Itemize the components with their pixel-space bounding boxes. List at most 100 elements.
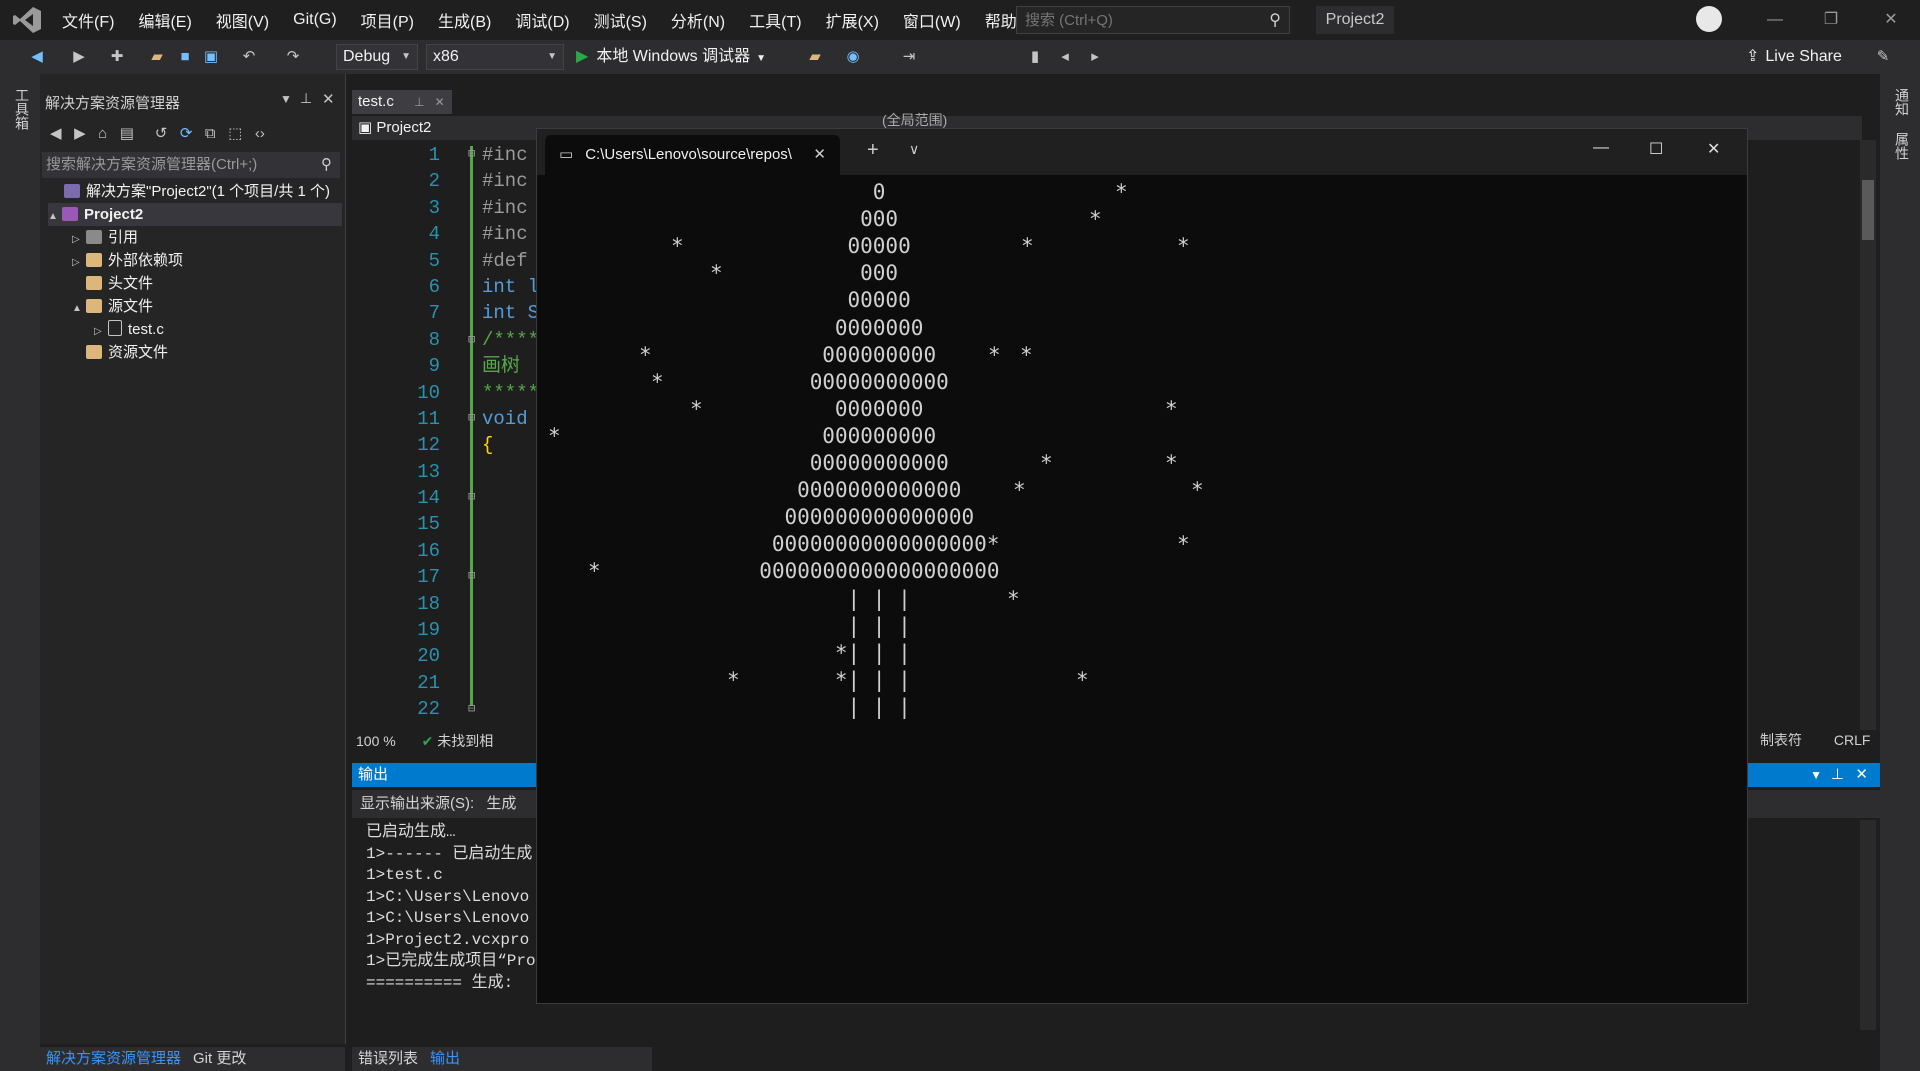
code-text[interactable]: #inc #inc #inc #inc #def int l int S /**** 画树 ***… <box>482 142 539 723</box>
tab-error-list[interactable]: 错误列表 <box>352 1050 424 1067</box>
redo-icon[interactable]: ↷ <box>284 48 302 66</box>
menu-item[interactable]: 工具(T) <box>737 8 813 32</box>
expander-icon[interactable]: ▷ <box>72 228 86 251</box>
tab-test-c[interactable]: test.c ⊥ ✕ <box>352 90 452 114</box>
menu-item[interactable]: 窗口(W) <box>891 8 973 32</box>
expander-icon[interactable]: ▲ <box>72 297 86 320</box>
line-ending[interactable]: CRLF <box>1834 732 1871 748</box>
menu-item[interactable]: 分析(N) <box>659 8 737 32</box>
tree-item[interactable]: ▲ Project2 <box>48 203 342 226</box>
output-scrollbar[interactable] <box>1860 820 1876 1030</box>
new-tab-icon[interactable]: + <box>867 139 879 162</box>
prev-bookmark-icon[interactable]: ◂ <box>1056 48 1074 66</box>
menu-item[interactable]: 视图(V) <box>204 8 281 32</box>
navigate-forward-icon[interactable]: ▶ <box>70 48 88 66</box>
expander-icon[interactable]: ▲ <box>48 205 62 228</box>
search-icon[interactable]: ⚲ <box>321 152 332 178</box>
expander-icon[interactable]: ▷ <box>72 251 86 274</box>
menu-item[interactable]: 测试(S) <box>582 8 659 32</box>
menu-item[interactable]: 调试(D) <box>503 8 581 32</box>
panel-menu-chevron-icon[interactable]: ▼ <box>1810 763 1822 787</box>
start-debugging-button[interactable]: ▶ 本地 Windows 调试器 ▼ <box>576 44 766 70</box>
switch-views-icon[interactable]: ▤ <box>120 125 134 142</box>
terminal-output[interactable]: 0 000 00000 000 00000 0000000 000000000 0000000… <box>537 175 1747 1003</box>
menu-item[interactable]: 文件(F) <box>50 8 126 32</box>
home-icon[interactable]: ⌂ <box>98 125 107 142</box>
pin-tab-icon[interactable]: ⊥ <box>414 95 424 109</box>
undo-icon[interactable]: ↶ <box>240 48 258 66</box>
bookmark-icon[interactable]: ▮ <box>1026 48 1044 66</box>
search-input[interactable] <box>1017 7 1263 33</box>
tab-git-changes[interactable]: Git 更改 <box>187 1050 252 1067</box>
zoom-level-dropdown[interactable]: 100 % <box>356 733 396 749</box>
close-panel-icon[interactable]: ✕ <box>1855 763 1868 787</box>
toolbox-tab[interactable]: 工具箱 <box>12 88 32 130</box>
close-tab-icon[interactable]: ✕ <box>435 95 445 109</box>
output-text[interactable]: 已启动生成… 1>------ 已启动生成 1>test.c 1>C:\Users\L… <box>366 822 536 994</box>
toggle-icon[interactable]: ⇥ <box>900 48 918 66</box>
collapse-icon[interactable]: ⊟ <box>468 146 475 160</box>
collapse-icon[interactable]: ⊟ <box>468 410 475 424</box>
tree-item[interactable]: ▷ 外部依赖项 <box>72 249 342 272</box>
open-folder-icon[interactable]: ▰ <box>148 48 166 66</box>
save-all-icon[interactable]: ▣ <box>202 48 220 66</box>
tab-output[interactable]: 输出 <box>424 1050 466 1067</box>
menu-item[interactable]: 扩展(X) <box>814 8 891 32</box>
search-box[interactable]: ⚲ <box>1016 6 1290 34</box>
forward-icon[interactable]: ▶ <box>74 125 86 142</box>
close-icon[interactable]: ✕ <box>1707 139 1720 159</box>
terminal-window[interactable]: ▭ C:\Users\Lenovo\source\repos\ ✕ + ∨ — ☐… <box>536 128 1748 1004</box>
pin-icon[interactable]: ⊥ <box>1831 763 1844 787</box>
restore-window-button[interactable]: ❐ <box>1816 8 1846 32</box>
collapse-icon[interactable]: ⊟ <box>468 568 475 582</box>
collapse-all-icon[interactable]: ⧉ <box>205 125 216 142</box>
save-icon[interactable]: ■ <box>176 48 194 66</box>
account-avatar-icon[interactable] <box>1696 6 1722 32</box>
live-share-button[interactable]: ⇪ Live Share <box>1746 44 1842 70</box>
sync-icon[interactable]: ⟳ <box>180 125 193 142</box>
menu-item[interactable]: 编辑(E) <box>126 8 203 32</box>
menu-item[interactable]: 项目(P) <box>349 8 426 32</box>
properties-tab[interactable]: 属性 <box>1892 132 1912 160</box>
issues-status[interactable]: 未找到相 <box>437 733 493 749</box>
minimize-icon[interactable]: — <box>1593 139 1609 157</box>
expander-icon[interactable]: ▷ <box>94 320 108 343</box>
back-icon[interactable]: ◀ <box>50 125 62 142</box>
scrollbar-thumb[interactable] <box>1862 180 1874 240</box>
nav-project-dropdown[interactable]: Project2 <box>376 119 431 136</box>
pin-icon[interactable]: ⊥ <box>300 90 312 107</box>
history-icon[interactable]: ↺ <box>155 125 168 142</box>
code-icon[interactable]: ‹› <box>255 125 265 142</box>
tree-item[interactable]: 资源文件 <box>72 341 342 364</box>
next-bookmark-icon[interactable]: ▸ <box>1086 48 1104 66</box>
collapse-icon[interactable]: ⊟ <box>468 332 475 346</box>
show-all-files-icon[interactable]: ⬚ <box>228 125 242 142</box>
menu-item[interactable]: Git(G) <box>281 11 349 29</box>
new-item-icon[interactable]: ✚ <box>108 48 126 66</box>
chevron-down-icon[interactable]: ∨ <box>909 141 919 158</box>
tab-solution-explorer[interactable]: 解决方案资源管理器 <box>40 1050 187 1067</box>
tree-item[interactable]: ▲ 源文件 <box>72 295 342 318</box>
solution-platform-dropdown[interactable]: x86 ▼ <box>426 44 564 70</box>
tree-item[interactable]: ▷ 引用 <box>72 226 342 249</box>
notifications-tab[interactable]: 通知 <box>1892 88 1912 116</box>
panel-menu-chevron-icon[interactable]: ▼ <box>280 92 292 106</box>
solution-search-input[interactable]: 搜索解决方案资源管理器(Ctrl+;) ⚲ <box>42 152 340 178</box>
tree-item[interactable]: 头文件 <box>72 272 342 295</box>
collapse-icon[interactable]: ⊟ <box>468 701 475 715</box>
close-tab-icon[interactable]: ✕ <box>813 135 826 175</box>
close-panel-icon[interactable]: ✕ <box>322 90 335 108</box>
output-source-dropdown[interactable]: 生成 <box>486 795 516 812</box>
feedback-icon[interactable]: ✎ <box>1874 48 1892 66</box>
solution-configuration-dropdown[interactable]: Debug ▼ <box>336 44 418 70</box>
search-icon[interactable]: ⚲ <box>1269 10 1281 30</box>
collapse-icon[interactable]: ⊟ <box>468 489 475 503</box>
screenshot-icon[interactable]: ◉ <box>844 48 862 66</box>
navigate-back-icon[interactable]: ◀ <box>28 48 46 66</box>
maximize-icon[interactable]: ☐ <box>1649 139 1663 159</box>
menu-item[interactable]: 生成(B) <box>426 8 503 32</box>
terminal-tab[interactable]: ▭ C:\Users\Lenovo\source\repos\ ✕ <box>545 135 840 175</box>
tree-item[interactable]: ▷ test.c <box>94 318 342 341</box>
tree-item[interactable]: 解决方案"Project2"(1 个项目/共 1 个) <box>50 180 342 203</box>
close-window-button[interactable]: ✕ <box>1876 8 1906 32</box>
